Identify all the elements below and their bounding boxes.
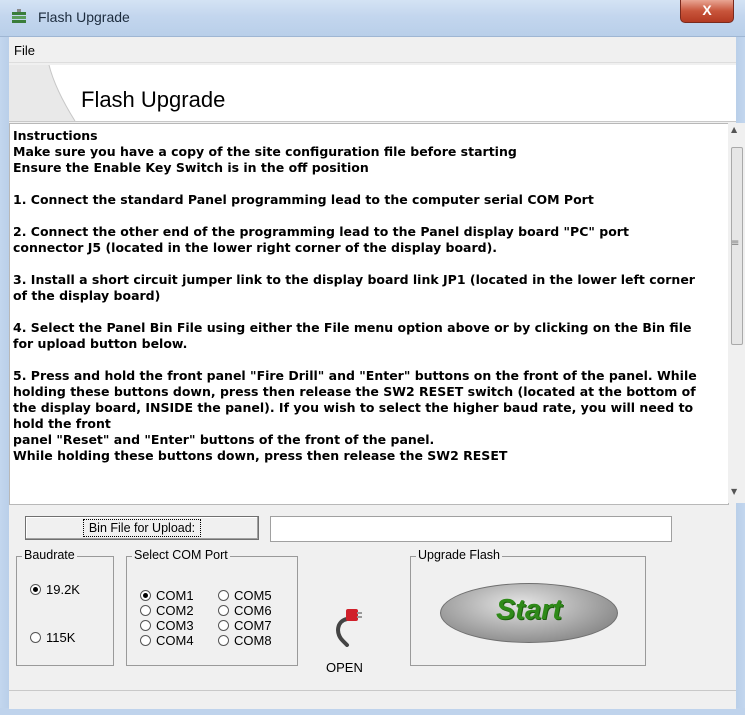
com3-radio[interactable]: COM3 <box>140 618 194 633</box>
window-title: Flash Upgrade <box>38 9 130 25</box>
radio-empty-icon <box>30 632 41 644</box>
com8-radio[interactable]: COM8 <box>218 633 272 648</box>
com4-radio[interactable]: COM4 <box>140 633 194 648</box>
baudrate-group: Baudrate <box>16 548 114 666</box>
radio-empty-icon <box>140 605 151 617</box>
status-bar <box>9 690 736 709</box>
close-button[interactable]: X <box>680 0 734 23</box>
baudrate-group-label: Baudrate <box>22 548 77 562</box>
radio-selected-icon <box>140 590 151 602</box>
menu-file[interactable]: File <box>14 43 35 58</box>
scroll-down-icon[interactable]: ▼ <box>731 487 737 496</box>
window-frame-left <box>0 36 9 715</box>
window-frame-bottom <box>0 708 745 715</box>
baud-19200-radio[interactable]: 19.2K <box>30 582 80 597</box>
radio-empty-icon <box>218 620 229 632</box>
radio-empty-icon <box>218 635 229 647</box>
com-port-group-label: Select COM Port <box>132 548 230 562</box>
com1-radio[interactable]: COM1 <box>140 588 194 603</box>
scroll-up-icon[interactable]: ▲ <box>731 125 737 134</box>
com6-radio[interactable]: COM6 <box>218 603 272 618</box>
com7-radio[interactable]: COM7 <box>218 618 272 633</box>
banner: Flash Upgrade <box>9 65 736 122</box>
banner-curve-graphic <box>9 65 76 121</box>
banner-title: Flash Upgrade <box>81 87 226 112</box>
menu-bar: File <box>9 40 736 63</box>
com2-radio[interactable]: COM2 <box>140 603 194 618</box>
start-button[interactable]: Start <box>440 583 618 643</box>
instructions-scrollbar[interactable]: ▲ ≡ ▼ <box>728 123 745 503</box>
upgrade-flash-group-label: Upgrade Flash <box>416 548 502 562</box>
radio-empty-icon <box>140 620 151 632</box>
serial-plug-icon[interactable] <box>333 605 363 647</box>
close-icon: X <box>702 2 712 18</box>
bin-file-upload-button[interactable]: Bin File for Upload: <box>25 516 259 540</box>
radio-empty-icon <box>218 590 229 602</box>
title-bar[interactable]: Flash Upgrade X <box>0 0 745 37</box>
open-port-label[interactable]: OPEN <box>326 660 363 675</box>
flash-upgrade-app-icon <box>12 9 26 23</box>
instructions-textbox[interactable]: Instructions Make sure you have a copy o… <box>9 123 729 505</box>
radio-empty-icon <box>218 605 229 617</box>
scroll-grip-icon: ≡ <box>731 238 740 249</box>
instructions-text: Instructions Make sure you have a copy o… <box>13 128 697 463</box>
radio-empty-icon <box>140 635 151 647</box>
com5-radio[interactable]: COM5 <box>218 588 272 603</box>
baud-115200-radio[interactable]: 115K <box>30 630 75 645</box>
bin-file-upload-label: Bin File for Upload: <box>82 519 202 537</box>
start-label: Start <box>495 594 563 626</box>
radio-selected-icon <box>30 584 41 596</box>
bin-file-path-field[interactable] <box>270 516 672 542</box>
